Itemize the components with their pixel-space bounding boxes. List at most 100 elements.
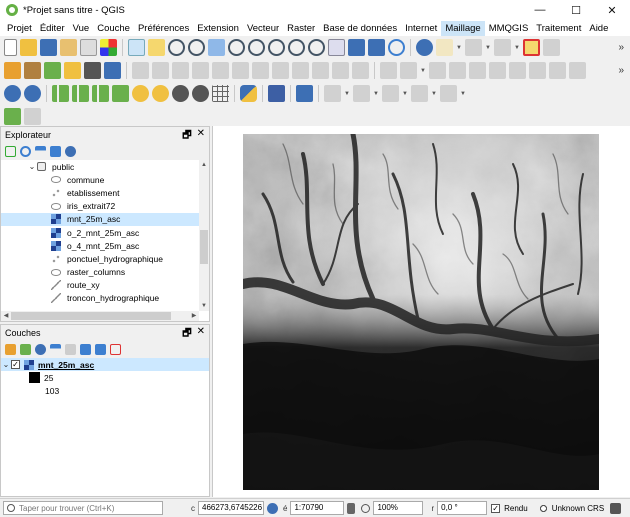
zoom-to-layer-icon[interactable] xyxy=(248,39,265,56)
rotation-field[interactable]: 0,0 ° xyxy=(437,501,488,515)
chevron-down-icon[interactable]: ⌄ xyxy=(27,162,37,171)
menu-base-de-donnees[interactable]: Base de données xyxy=(319,21,401,36)
new-map-view-icon[interactable] xyxy=(328,39,345,56)
browser-tree[interactable]: ⌄ public commune etablissement iris_extrait7… xyxy=(1,160,199,311)
minimize-button[interactable]: — xyxy=(522,0,558,20)
gps-location-icon[interactable] xyxy=(172,85,189,102)
help-icon[interactable] xyxy=(268,85,285,102)
cut-features-icon[interactable] xyxy=(272,62,289,79)
shape-annotation-icon[interactable] xyxy=(440,85,457,102)
menu-vue[interactable]: Vue xyxy=(69,21,94,36)
zoom-in-icon[interactable] xyxy=(168,39,185,56)
menu-internet[interactable]: Internet xyxy=(401,21,441,36)
menu-vecteur[interactable]: Vecteur xyxy=(243,21,283,36)
browser-item-o-4-mnt-25m-asc[interactable]: o_4_mnt_25m_asc xyxy=(1,239,199,252)
digitize-shape-icon[interactable] xyxy=(380,62,397,79)
expand-all-icon[interactable] xyxy=(80,344,91,355)
refresh-icon[interactable] xyxy=(20,146,31,157)
attribute-table-icon[interactable] xyxy=(465,39,482,56)
statistics-icon[interactable] xyxy=(543,39,560,56)
layout-manager-icon[interactable] xyxy=(4,108,21,125)
layer-styling-icon[interactable] xyxy=(5,344,16,355)
menu-couche[interactable]: Couche xyxy=(93,21,134,36)
zoom-full-icon[interactable] xyxy=(208,39,225,56)
chevron-up-icon[interactable]: ▲ xyxy=(199,160,209,170)
add-feature-icon[interactable] xyxy=(192,62,209,79)
menu-traitement[interactable]: Traitement xyxy=(532,21,585,36)
local-histogram-stretch-icon[interactable] xyxy=(72,85,89,102)
offset-curve-icon[interactable] xyxy=(400,62,417,79)
filter-icon[interactable] xyxy=(35,146,46,157)
layer-row-mnt-25m-asc[interactable]: ⌄ ✓ mnt_25m_asc xyxy=(1,358,209,371)
render-checkbox[interactable]: ✓ xyxy=(491,503,501,513)
data-source-manager-icon[interactable] xyxy=(4,62,21,79)
open-project-icon[interactable] xyxy=(20,39,37,56)
toggle-extents-icon[interactable] xyxy=(267,502,278,514)
chevron-left-icon[interactable]: ◀ xyxy=(1,311,11,321)
toolbar-overflow-icon[interactable]: » xyxy=(618,42,624,53)
zoom-out-icon[interactable] xyxy=(188,39,205,56)
add-star-point-icon[interactable] xyxy=(132,85,149,102)
chevron-down-icon[interactable]: ▼ xyxy=(344,91,350,97)
current-edits-icon[interactable] xyxy=(132,62,149,79)
browser-horizontal-scrollbar[interactable]: ◀ ▶ xyxy=(1,311,199,321)
increase-brightness-icon[interactable] xyxy=(112,85,129,102)
layer-visibility-checkbox[interactable]: ✓ xyxy=(11,360,20,369)
close-panel-icon[interactable]: ✕ xyxy=(197,128,205,145)
new-shapefile-layer-icon[interactable] xyxy=(44,62,61,79)
scrollbar-thumb[interactable] xyxy=(200,230,208,264)
menu-maillage[interactable]: Maillage xyxy=(441,20,485,36)
vertex-tool-icon[interactable] xyxy=(212,62,229,79)
filter-legend-icon[interactable] xyxy=(50,344,61,355)
print-layout-icon[interactable] xyxy=(80,39,97,56)
lock-scale-icon[interactable] xyxy=(347,502,356,514)
simplify-feature-icon[interactable] xyxy=(449,62,466,79)
browser-item-troncon-hydrographique[interactable]: troncon_hydrographique xyxy=(1,292,199,305)
add-selected-layers-icon[interactable] xyxy=(5,146,16,157)
crs-label[interactable]: Unknown CRS xyxy=(552,504,604,513)
browser-item-ponctuel-hydrographique[interactable]: ponctuel_hydrographique xyxy=(1,252,199,265)
menu-projet[interactable]: Projet xyxy=(3,21,36,36)
deselect-features-icon[interactable] xyxy=(523,39,540,56)
collapse-all-icon[interactable] xyxy=(95,344,106,355)
browser-item-iris-extrait72[interactable]: iris_extrait72 xyxy=(1,200,199,213)
chevron-down-icon[interactable]: ⌄ xyxy=(1,360,11,369)
remove-layer-icon[interactable] xyxy=(110,344,121,355)
filter-by-expression-icon[interactable] xyxy=(65,344,76,355)
chevron-down-icon[interactable]: ▼ xyxy=(456,45,462,51)
coordinate-field[interactable]: 466273,6745226 xyxy=(198,501,264,515)
full-histogram-stretch-icon[interactable] xyxy=(92,85,109,102)
close-panel-icon[interactable]: ✕ xyxy=(197,326,205,343)
menu-mmqgis[interactable]: MMQGIS xyxy=(485,21,533,36)
browser-item-mnt-25m-asc[interactable]: mnt_25m_asc xyxy=(1,212,199,226)
menu-raster[interactable]: Raster xyxy=(283,21,319,36)
scrollbar-thumb[interactable] xyxy=(11,312,171,320)
field-calculator-icon[interactable] xyxy=(494,39,511,56)
style-manager-icon[interactable] xyxy=(100,39,117,56)
browser-item-o-2-mnt-25m-asc[interactable]: o_2_mnt_25m_asc xyxy=(1,226,199,239)
add-group-icon[interactable] xyxy=(20,344,31,355)
chevron-down-icon[interactable]: ▼ xyxy=(420,68,426,74)
collapse-all-icon[interactable] xyxy=(50,146,61,157)
python-console-icon[interactable] xyxy=(240,85,257,102)
chevron-right-icon[interactable]: ▶ xyxy=(189,311,199,321)
new-virtual-layer-icon[interactable] xyxy=(84,62,101,79)
pan-map-icon[interactable] xyxy=(128,39,145,56)
rotate-feature-icon[interactable] xyxy=(429,62,446,79)
float-panel-icon[interactable]: 🗗 xyxy=(182,326,191,343)
browser-item-raster-columns[interactable]: raster_columns xyxy=(1,266,199,279)
grid-icon[interactable] xyxy=(212,85,229,102)
save-edits-icon[interactable] xyxy=(172,62,189,79)
pan-to-selection-icon[interactable] xyxy=(148,39,165,56)
browser-item-route-xy[interactable]: route_xy xyxy=(1,279,199,292)
measure-icon[interactable] xyxy=(353,85,370,102)
info-icon[interactable] xyxy=(65,146,76,157)
messages-icon[interactable] xyxy=(610,502,622,514)
zoom-to-selection-icon[interactable] xyxy=(228,39,245,56)
refresh-icon[interactable] xyxy=(388,39,405,56)
chevron-down-icon[interactable]: ▼ xyxy=(199,301,209,311)
zoom-last-icon[interactable] xyxy=(288,39,305,56)
new-mesh-layer-icon[interactable] xyxy=(104,62,121,79)
report-icon[interactable] xyxy=(24,108,41,125)
reshape-features-icon[interactable] xyxy=(569,62,586,79)
